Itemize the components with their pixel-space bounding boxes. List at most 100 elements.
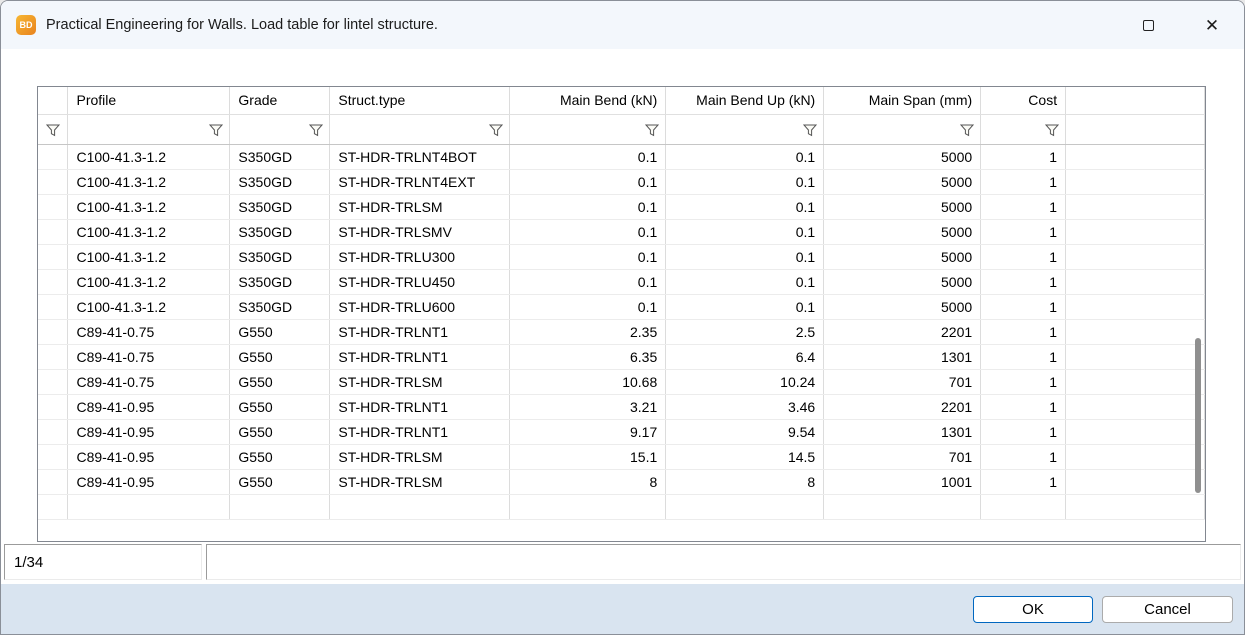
cell-main-span[interactable]: 5000	[824, 194, 981, 219]
cell-profile[interactable]: C89-41-0.95	[68, 469, 230, 494]
table-row[interactable]: C100-41.3-1.2S350GDST-HDR-TRLNT4EXT0.10.…	[38, 169, 1205, 194]
cell-main-bend[interactable]: 0.1	[510, 144, 666, 169]
cell-grade[interactable]: S350GD	[230, 244, 330, 269]
cell-main-bend-up[interactable]: 0.1	[666, 169, 824, 194]
cell-main-span[interactable]: 5000	[824, 244, 981, 269]
cell-main-bend[interactable]: 0.1	[510, 244, 666, 269]
cell-struct-type[interactable]: ST-HDR-TRLSM	[330, 444, 510, 469]
cell-struct-type[interactable]: ST-HDR-TRLU450	[330, 269, 510, 294]
cancel-button[interactable]: Cancel	[1102, 596, 1233, 623]
cell-main-bend-up[interactable]: 0.1	[666, 219, 824, 244]
filter-cell-cost[interactable]	[981, 114, 1066, 144]
cell-main-span[interactable]: 5000	[824, 294, 981, 319]
table-row[interactable]: C89-41-0.95G550ST-HDR-TRLNT13.213.462201…	[38, 394, 1205, 419]
cell-profile[interactable]: C100-41.3-1.2	[68, 194, 230, 219]
cell-struct-type[interactable]: ST-HDR-TRLNT1	[330, 319, 510, 344]
cell-struct-type[interactable]: ST-HDR-TRLSM	[330, 194, 510, 219]
cell-grade[interactable]: S350GD	[230, 169, 330, 194]
cell-main-bend[interactable]: 0.1	[510, 219, 666, 244]
cell-main-span[interactable]: 701	[824, 444, 981, 469]
filter-cell-profile[interactable]	[68, 114, 230, 144]
cell-main-span[interactable]: 1001	[824, 469, 981, 494]
cell-struct-type[interactable]: ST-HDR-TRLNT4BOT	[330, 144, 510, 169]
filter-funnel-icon[interactable]	[803, 124, 817, 140]
cell-struct-type[interactable]: ST-HDR-TRLU300	[330, 244, 510, 269]
cell-cost[interactable]: 1	[981, 419, 1066, 444]
cell-main-span[interactable]: 5000	[824, 269, 981, 294]
column-header-grade[interactable]: Grade	[230, 87, 330, 114]
cell-grade[interactable]: G550	[230, 394, 330, 419]
vertical-scrollbar[interactable]	[1192, 88, 1204, 540]
column-header-main-bend[interactable]: Main Bend (kN)	[510, 87, 666, 114]
cell-struct-type[interactable]: ST-HDR-TRLSMV	[330, 219, 510, 244]
cell-main-span[interactable]: 1301	[824, 344, 981, 369]
filter-funnel-icon[interactable]	[960, 124, 974, 140]
cell-main-span[interactable]: 2201	[824, 394, 981, 419]
cell-profile[interactable]: C100-41.3-1.2	[68, 144, 230, 169]
filter-cell-struct-type[interactable]	[330, 114, 510, 144]
cell-grade[interactable]: G550	[230, 469, 330, 494]
cell-main-span[interactable]: 2201	[824, 319, 981, 344]
cell-grade[interactable]: G550	[230, 369, 330, 394]
cell-struct-type[interactable]: ST-HDR-TRLSM	[330, 369, 510, 394]
filter-funnel-icon[interactable]	[209, 124, 223, 140]
cell-grade[interactable]: S350GD	[230, 194, 330, 219]
cell-profile[interactable]: C100-41.3-1.2	[68, 169, 230, 194]
cell-cost[interactable]: 1	[981, 394, 1066, 419]
cell-grade[interactable]: G550	[230, 319, 330, 344]
cell-struct-type[interactable]: ST-HDR-TRLNT1	[330, 344, 510, 369]
filter-cell-main-span[interactable]	[824, 114, 981, 144]
cell-cost[interactable]: 1	[981, 319, 1066, 344]
cell-profile[interactable]: C100-41.3-1.2	[68, 269, 230, 294]
cell-cost[interactable]: 1	[981, 344, 1066, 369]
column-header-struct-type[interactable]: Struct.type	[330, 87, 510, 114]
cell-cost[interactable]: 1	[981, 294, 1066, 319]
cell-cost[interactable]: 1	[981, 194, 1066, 219]
cell-grade[interactable]: S350GD	[230, 269, 330, 294]
cell-main-bend-up[interactable]: 3.46	[666, 394, 824, 419]
filter-funnel-icon[interactable]	[489, 124, 503, 140]
cell-grade[interactable]: S350GD	[230, 219, 330, 244]
table-row[interactable]: C89-41-0.75G550ST-HDR-TRLNT16.356.413011	[38, 344, 1205, 369]
filter-funnel-icon[interactable]	[1045, 124, 1059, 140]
cell-main-bend[interactable]: 0.1	[510, 194, 666, 219]
filter-funnel-icon[interactable]	[645, 124, 659, 140]
cell-profile[interactable]: C100-41.3-1.2	[68, 294, 230, 319]
cell-profile[interactable]: C89-41-0.95	[68, 419, 230, 444]
cell-cost[interactable]: 1	[981, 369, 1066, 394]
cell-main-bend[interactable]: 0.1	[510, 294, 666, 319]
table-row[interactable]: C89-41-0.75G550ST-HDR-TRLSM10.6810.24701…	[38, 369, 1205, 394]
table-row[interactable]: C100-41.3-1.2S350GDST-HDR-TRLSMV0.10.150…	[38, 219, 1205, 244]
cell-main-bend-up[interactable]: 0.1	[666, 269, 824, 294]
table-row[interactable]: C100-41.3-1.2S350GDST-HDR-TRLSM0.10.1500…	[38, 194, 1205, 219]
cell-profile[interactable]: C100-41.3-1.2	[68, 244, 230, 269]
cell-cost[interactable]: 1	[981, 444, 1066, 469]
filter-cell-grade[interactable]	[230, 114, 330, 144]
cell-main-bend[interactable]: 0.1	[510, 269, 666, 294]
cell-main-span[interactable]: 5000	[824, 144, 981, 169]
cell-grade[interactable]: G550	[230, 444, 330, 469]
cell-main-span[interactable]: 5000	[824, 219, 981, 244]
cell-cost[interactable]: 1	[981, 244, 1066, 269]
table-row[interactable]: C100-41.3-1.2S350GDST-HDR-TRLNT4BOT0.10.…	[38, 144, 1205, 169]
filter-funnel-icon[interactable]	[46, 124, 60, 140]
cell-profile[interactable]: C89-41-0.95	[68, 394, 230, 419]
column-header-cost[interactable]: Cost	[981, 87, 1066, 114]
filter-cell-row-selector[interactable]	[38, 114, 68, 144]
table-row[interactable]: C100-41.3-1.2S350GDST-HDR-TRLU6000.10.15…	[38, 294, 1205, 319]
column-header-profile[interactable]: Profile	[68, 87, 230, 114]
cell-main-bend[interactable]: 3.21	[510, 394, 666, 419]
cell-cost[interactable]: 1	[981, 169, 1066, 194]
cell-cost[interactable]: 1	[981, 269, 1066, 294]
table-row[interactable]: C89-41-0.95G550ST-HDR-TRLSM8810011	[38, 469, 1205, 494]
table-row[interactable]: C89-41-0.75G550ST-HDR-TRLNT12.352.522011	[38, 319, 1205, 344]
cell-main-bend-up[interactable]: 9.54	[666, 419, 824, 444]
filter-funnel-icon[interactable]	[309, 124, 323, 140]
cell-cost[interactable]: 1	[981, 469, 1066, 494]
cell-cost[interactable]: 1	[981, 219, 1066, 244]
cell-struct-type[interactable]: ST-HDR-TRLNT1	[330, 419, 510, 444]
cell-main-bend-up[interactable]: 2.5	[666, 319, 824, 344]
cell-struct-type[interactable]: ST-HDR-TRLNT4EXT	[330, 169, 510, 194]
column-header-main-bend-up[interactable]: Main Bend Up (kN)	[666, 87, 824, 114]
cell-main-span[interactable]: 701	[824, 369, 981, 394]
